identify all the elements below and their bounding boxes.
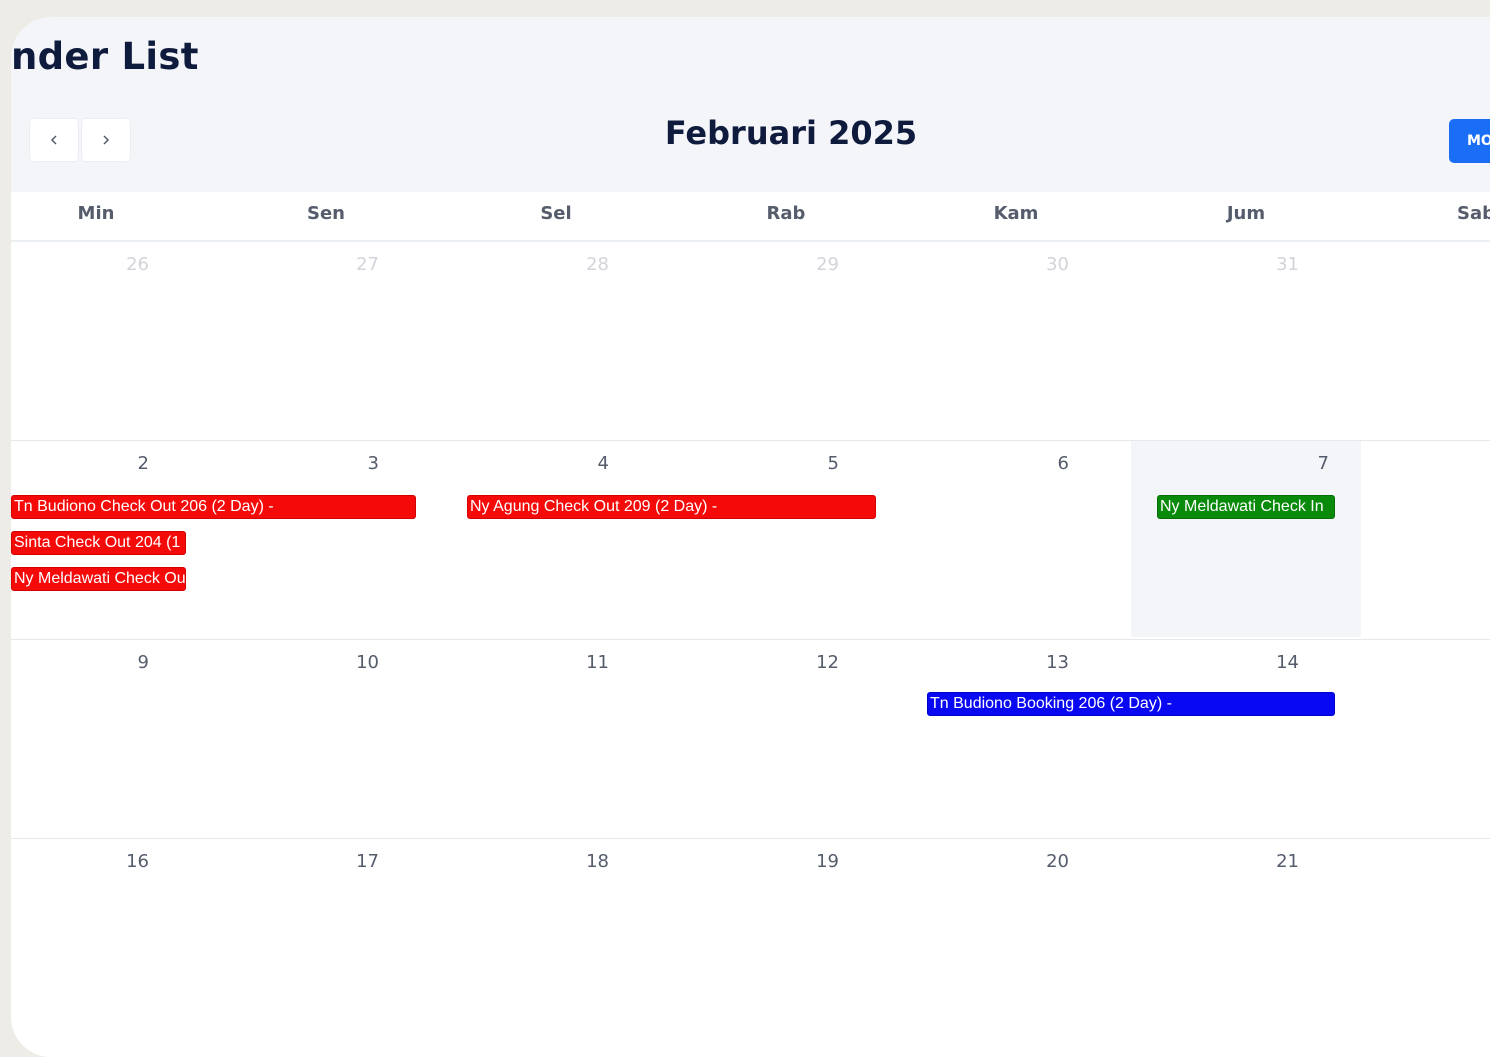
event-bar[interactable]: Tn Budiono Booking 206 (2 Day) -	[927, 692, 1335, 716]
day-cell[interactable]: 6	[886, 441, 1116, 637]
day-number[interactable]: 16	[126, 851, 149, 872]
chevron-left-icon	[50, 135, 57, 145]
day-cell[interactable]: 20	[886, 839, 1116, 1035]
day-cell[interactable]: 17	[196, 839, 426, 1035]
event-bar[interactable]: Sinta Check Out 204 (1	[11, 531, 186, 555]
calendar-week: 2 3 4 5 6 7 Tn Budiono Check Out 206 (2 …	[11, 441, 1490, 640]
day-number[interactable]: 29	[816, 254, 839, 275]
day-number[interactable]: 7	[1318, 453, 1329, 474]
weekday-label: Jum	[1226, 203, 1266, 224]
day-number[interactable]: 18	[586, 851, 609, 872]
day-cell[interactable]: 14	[1116, 640, 1346, 836]
event-bar[interactable]: Ny Meldawati Check Ou	[11, 567, 186, 591]
day-cell[interactable]: 3	[196, 441, 426, 637]
day-cell[interactable]: 31	[1116, 242, 1346, 438]
day-cell[interactable]: 13	[886, 640, 1116, 836]
day-cell[interactable]: 29	[656, 242, 886, 438]
day-number[interactable]: 31	[1276, 254, 1299, 275]
day-number[interactable]: 13	[1046, 652, 1069, 673]
day-number[interactable]: 5	[828, 453, 839, 474]
day-number[interactable]: 6	[1058, 453, 1069, 474]
day-cell[interactable]: 19	[656, 839, 886, 1035]
day-cell[interactable]: 26	[11, 242, 196, 438]
chevron-right-icon	[103, 135, 110, 145]
day-cell-today[interactable]: 7	[1131, 441, 1361, 637]
day-cell[interactable]: 4	[426, 441, 656, 637]
weekday-label: Sel	[540, 203, 572, 224]
calendar-week: 9 10 11 12 13 14 Tn Budiono Booking 206 …	[11, 640, 1490, 839]
day-number[interactable]: 19	[816, 851, 839, 872]
day-number[interactable]: 9	[138, 652, 149, 673]
weekday-label: Sab	[1457, 203, 1490, 224]
day-number[interactable]: 26	[126, 254, 149, 275]
day-number[interactable]: 20	[1046, 851, 1069, 872]
day-number[interactable]: 21	[1276, 851, 1299, 872]
day-cell[interactable]: 10	[196, 640, 426, 836]
page-title: nder List	[11, 35, 199, 78]
event-bar[interactable]: Ny Meldawati Check In	[1157, 495, 1335, 519]
weekday-label: Kam	[993, 203, 1039, 224]
weekday-label: Rab	[766, 203, 806, 224]
month-view-button[interactable]: MO	[1449, 119, 1490, 163]
day-cell[interactable]: 9	[11, 640, 196, 836]
day-number[interactable]: 27	[356, 254, 379, 275]
day-cell[interactable]: 21	[1116, 839, 1346, 1035]
day-cell[interactable]: 11	[426, 640, 656, 836]
day-cell[interactable]: 12	[656, 640, 886, 836]
month-title: Februari 2025	[664, 114, 918, 152]
calendar-week: 26 27 28 29 30 31	[11, 242, 1490, 441]
day-number[interactable]: 4	[598, 453, 609, 474]
day-number[interactable]: 11	[586, 652, 609, 673]
day-number[interactable]: 14	[1276, 652, 1299, 673]
day-cell[interactable]: 27	[196, 242, 426, 438]
weekday-label: Sen	[307, 203, 345, 224]
event-bar[interactable]: Ny Agung Check Out 209 (2 Day) -	[467, 495, 876, 519]
calendar-card: nder List Februari 2025 MO Min Sen Sel R…	[11, 17, 1490, 1057]
day-number[interactable]: 3	[368, 453, 379, 474]
next-month-button[interactable]	[81, 118, 131, 162]
prev-month-button[interactable]	[29, 118, 79, 162]
day-cell[interactable]: 16	[11, 839, 196, 1035]
calendar-week: 16 17 18 19 20 21	[11, 839, 1490, 1057]
day-number[interactable]: 28	[586, 254, 609, 275]
day-number[interactable]: 2	[138, 453, 149, 474]
day-number[interactable]: 12	[816, 652, 839, 673]
weekday-header: Min Sen Sel Rab Kam Jum Sab	[11, 192, 1490, 242]
day-number[interactable]: 10	[356, 652, 379, 673]
day-number[interactable]: 17	[356, 851, 379, 872]
day-cell[interactable]: 28	[426, 242, 656, 438]
day-cell[interactable]: 5	[656, 441, 886, 637]
weekday-label: Min	[77, 203, 115, 224]
day-number[interactable]: 30	[1046, 254, 1069, 275]
event-bar[interactable]: Tn Budiono Check Out 206 (2 Day) -	[11, 495, 416, 519]
day-cell[interactable]: 18	[426, 839, 656, 1035]
day-cell[interactable]: 30	[886, 242, 1116, 438]
